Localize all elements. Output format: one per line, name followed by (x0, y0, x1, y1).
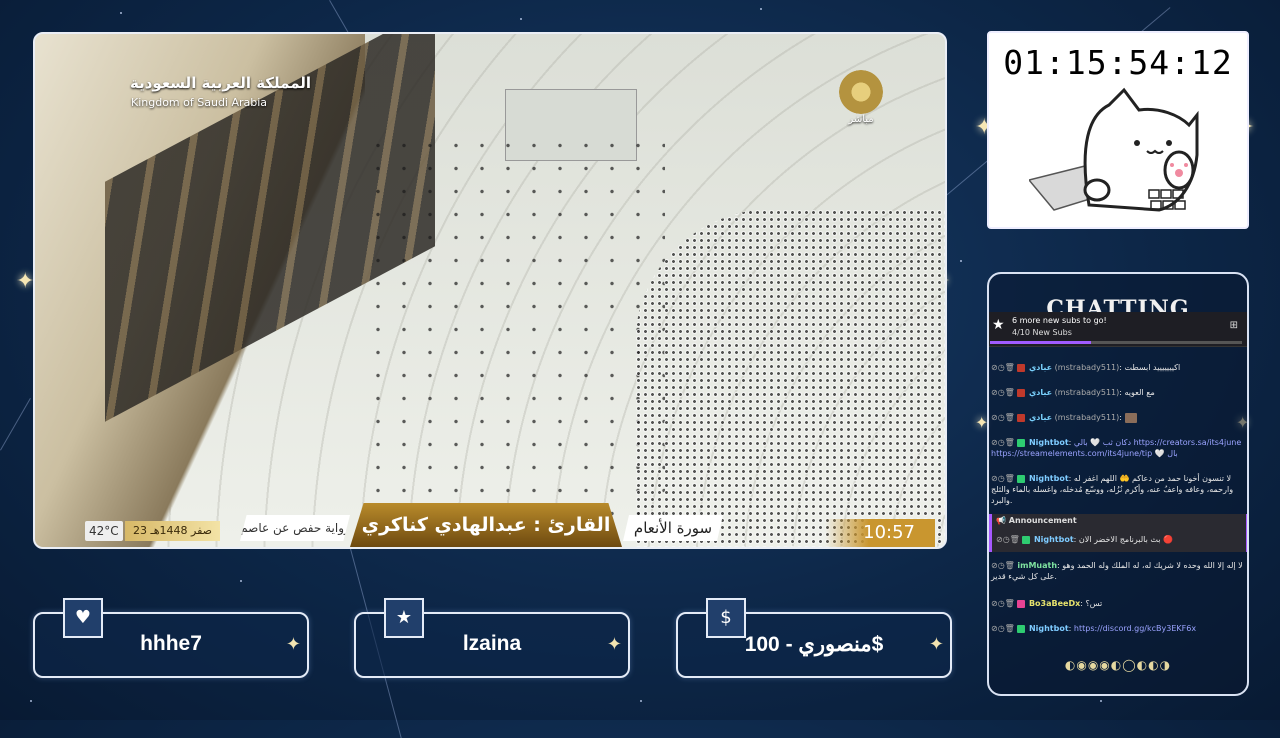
mod-icons[interactable]: ⊘◷🗑 (991, 599, 1015, 608)
narration: رواية حفص عن عاصم (240, 515, 350, 541)
settings-icon[interactable]: ⊞ (1230, 320, 1238, 331)
mod-icons[interactable]: ⊘◷🗑 (991, 438, 1015, 447)
emblem-icon (839, 70, 883, 114)
video-clock: 10:57 (825, 519, 935, 547)
chat-message: ⊘◷🗑 عبادي (mstrabady511): مع العويه (991, 388, 1155, 397)
chat-text: لا تنسون أخونا حمد من دعاكم 🤲 اللهم اغفر… (1073, 474, 1232, 483)
chat-text-2: على كل شيء قدير. (991, 572, 1057, 581)
chat-login: (mstrabady511) (1054, 413, 1120, 422)
sub-goal-widget: ★ 6 more new subs to go! 4/10 New Subs ⊞ (989, 312, 1247, 347)
chat-text: مع العويه (1124, 388, 1155, 397)
chat-message: ⊘◷🗑 Nightbot: بث بالبرنامج الاخضر الان 🔴 (996, 535, 1173, 544)
goal-count: 4/10 New Subs (1012, 328, 1072, 337)
badge-icon (1017, 363, 1026, 372)
verified-icon (1017, 438, 1026, 447)
goal-progress-bar (990, 341, 1242, 344)
chat-text[interactable]: دكان ثب 🤍 بالي https://creators.sa/its4j… (1074, 438, 1241, 447)
sparkle-icon: ✦ (928, 634, 944, 655)
goal-progress-fill (990, 341, 1091, 344)
chat-login: (mstrabady511) (1054, 363, 1120, 372)
chat-message: ⊘◷🗑 Nightbot: لا تنسون أخونا حمد من دعاك… (991, 474, 1234, 505)
chat-message: ⊘◷🗑 imMuath: لا إله إلا الله وحده لا شري… (991, 561, 1243, 581)
chat-panel: CHATTING ★ 6 more new subs to go! 4/10 N… (987, 272, 1249, 696)
mod-icons[interactable]: ⊘◷🗑 (991, 363, 1015, 372)
announcement-title: Announcement (1008, 516, 1077, 525)
goal-remaining: 6 more new subs to go! (1012, 316, 1107, 325)
verified-icon (1022, 535, 1031, 544)
video-watermark-en: Kingdom of Saudi Arabia (131, 96, 268, 109)
chat-username[interactable]: Nightbot (1029, 474, 1069, 483)
channel-logo: مباشر (835, 70, 887, 134)
chat-username[interactable]: عبادي (1029, 363, 1052, 372)
chat-username[interactable]: Bo3aBeeDx (1029, 599, 1080, 608)
reader-name: القارئ : عبدالهادي كناكري (350, 503, 622, 547)
chat-message: ⊘◷🗑 عبادي (mstrabady511): اكيييييييد ابس… (991, 363, 1181, 372)
announcement-header: 📢 Announcement (996, 516, 1077, 525)
video-ticker: 42°C 23 صفر 1448هـ رواية حفص عن عاصم الق… (35, 503, 945, 547)
badge-icon (1017, 388, 1026, 397)
sparkle-icon: ✦ (606, 634, 622, 655)
badge-icon (1017, 413, 1026, 422)
verified-icon (1017, 474, 1026, 483)
mod-icons[interactable]: ⊘◷🗑 (991, 388, 1015, 397)
chat-message: ⊘◷🗑 Nightbot: دكان ثب 🤍 بالي https://cre… (991, 438, 1242, 458)
timer-panel: 01:15:54:12 (987, 31, 1249, 229)
chat-link[interactable]: https://discord.gg/kcBy3EKF6x (1074, 624, 1196, 633)
verified-icon (1017, 624, 1026, 633)
chat-login: (mstrabady511) (1054, 388, 1120, 397)
live-label: مباشر (848, 114, 874, 125)
hijri-date: 23 صفر 1448هـ (125, 521, 220, 541)
chat-text-2: وارحمه، وعافه واعفُ عنه، وأكرم نُزُله، و… (991, 485, 1234, 505)
emote-icon (1124, 412, 1137, 423)
chat-text: بث بالبرنامج الاخضر الان 🔴 (1078, 535, 1173, 544)
sparkle-icon: ✦ (16, 269, 35, 294)
chat-text-2[interactable]: https://streamelements.com/its4june/tip … (991, 449, 1178, 458)
surah-name: سورة الأنعام (623, 515, 723, 541)
chat-pager: ◐◉◉◉◐◯◐◐◑ (1064, 658, 1172, 672)
chat-username[interactable]: imMuath (1017, 561, 1057, 570)
latest-follower-name: hhhe7 (140, 632, 202, 655)
latest-follower-box: ♥ hhhe7 ✦ (33, 598, 309, 678)
chat-username[interactable]: Nightbot (1029, 438, 1069, 447)
chat-text: تس؟ (1085, 599, 1103, 608)
chat-message: ⊘◷🗑 عبادي (mstrabady511): (991, 412, 1245, 423)
latest-subscriber-box: ★ lzaina ✦ (354, 598, 630, 678)
chat-username[interactable]: Nightbot (1034, 535, 1074, 544)
chat-username[interactable]: Nightbot (1029, 624, 1069, 633)
video-people (365, 134, 665, 534)
countdown-timer: 01:15:54:12 (1003, 43, 1233, 82)
bongo-cat-icon (1029, 87, 1199, 212)
chat-text: اكيييييييد ابسطت (1124, 363, 1181, 372)
latest-donation-text: منصوري - 100$ (744, 633, 884, 656)
stream-video: المملكة العربية السعودية Kingdom of Saud… (33, 32, 947, 549)
chat-message: ⊘◷🗑 Nightbot: https://discord.gg/kcBy3EK… (991, 624, 1197, 633)
announcement: 📢 Announcement ⊘◷🗑 Nightbot: بث بالبرنام… (989, 514, 1247, 552)
sparkle-icon: ✦ (285, 634, 301, 655)
badge-icon (1017, 599, 1026, 608)
star-icon: ★ (992, 317, 1005, 333)
constellation-line (0, 398, 31, 451)
mod-icons[interactable]: ⊘◷🗑 (996, 535, 1020, 544)
chat-text: لا إله إلا الله وحده لا شريك له، له المل… (1062, 561, 1243, 570)
mod-icons[interactable]: ⊘◷🗑 (991, 474, 1015, 483)
chat-username[interactable]: عبادي (1029, 413, 1052, 422)
mod-icons[interactable]: ⊘◷🗑 (991, 413, 1015, 422)
chat-username[interactable]: عبادي (1029, 388, 1052, 397)
temperature: 42°C (85, 521, 123, 541)
latest-donation-box: $ منصوري - 100$ ✦ (676, 598, 952, 678)
mod-icons[interactable]: ⊘◷🗑 (991, 561, 1015, 570)
video-watermark-ar: المملكة العربية السعودية (130, 74, 312, 92)
chat-message: ⊘◷🗑 Bo3aBeeDx: تس؟ (991, 599, 1103, 608)
mod-icons[interactable]: ⊘◷🗑 (991, 624, 1015, 633)
video-crowd (635, 209, 945, 547)
latest-subscriber-name: lzaina (462, 632, 522, 655)
